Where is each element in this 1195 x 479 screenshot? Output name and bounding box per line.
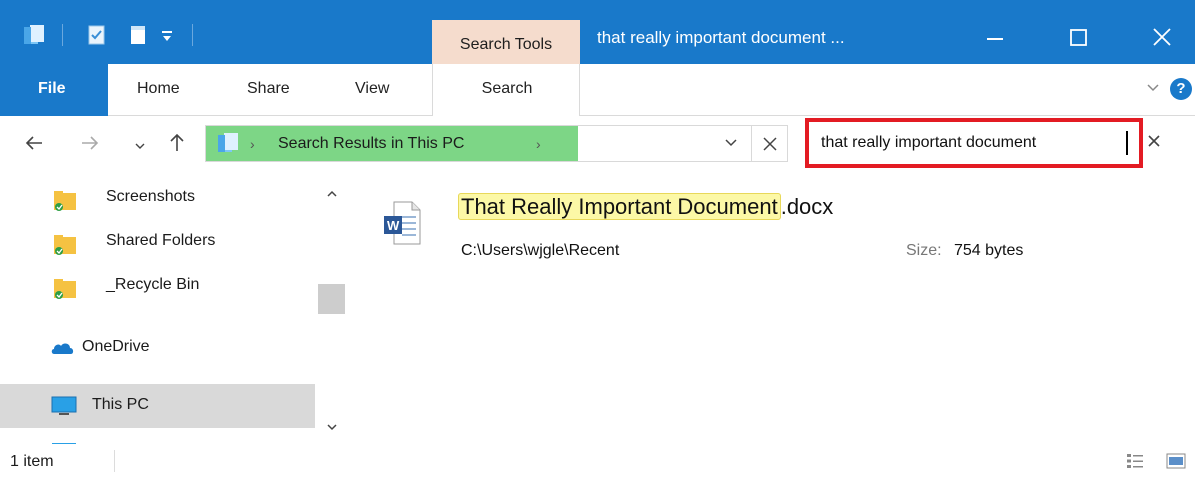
this-pc-icon: [50, 394, 78, 423]
back-arrow-icon[interactable]: [24, 134, 44, 157]
breadcrumb-separator-icon[interactable]: ›: [536, 136, 541, 152]
breadcrumb[interactable]: Search Results in This PC: [278, 135, 464, 153]
status-bar: 1 item: [0, 444, 1195, 479]
tab-home[interactable]: Home: [137, 80, 180, 98]
word-document-icon: W: [382, 200, 422, 251]
tab-file[interactable]: File: [0, 64, 108, 116]
sidebar-item-shared-folders[interactable]: Shared Folders: [0, 224, 315, 268]
search-query: that really important document: [821, 134, 1037, 151]
large-icons-view-icon[interactable]: [1164, 450, 1188, 477]
sidebar-item-recycle-bin[interactable]: _Recycle Bin: [0, 268, 315, 312]
scroll-down-chevron-icon[interactable]: [326, 419, 338, 437]
maximize-icon: [1070, 29, 1087, 46]
expand-ribbon-chevron-icon[interactable]: [1146, 80, 1160, 99]
qat-separator: [192, 24, 193, 46]
tab-search[interactable]: Search: [432, 64, 580, 116]
recent-locations-chevron-icon[interactable]: [134, 138, 146, 156]
search-match-highlight: That Really Important Document: [458, 193, 781, 220]
minimize-button[interactable]: [972, 16, 1016, 60]
title-bar: Search Tools that really important docum…: [0, 0, 1195, 64]
tab-share[interactable]: Share: [247, 80, 290, 98]
sidebar-item-label: Shared Folders: [106, 232, 216, 249]
search-input[interactable]: that really important document: [805, 118, 1143, 168]
up-arrow-icon[interactable]: [168, 132, 186, 157]
sidebar-item-screenshots[interactable]: Screenshots: [0, 180, 315, 224]
navigation-pane-scrollbar[interactable]: [318, 174, 345, 444]
search-tools-contextual-tab: Search Tools: [432, 20, 580, 64]
customize-qat-icon[interactable]: [160, 24, 174, 51]
scroll-up-chevron-icon[interactable]: [326, 186, 338, 204]
file-name[interactable]: That Really Important Document .docx: [458, 193, 834, 220]
close-button[interactable]: [1140, 16, 1184, 60]
shared-folder-icon: [52, 276, 78, 305]
file-extension: .docx: [780, 194, 834, 219]
search-tools-label: Search Tools: [459, 36, 553, 53]
qat-separator: [62, 24, 63, 46]
sidebar-item-this-pc[interactable]: This PC: [0, 384, 315, 428]
new-folder-icon[interactable]: [128, 24, 150, 51]
tab-view[interactable]: View: [355, 80, 389, 98]
forward-arrow-icon[interactable]: [80, 134, 100, 157]
scroll-thumb[interactable]: [318, 284, 345, 314]
address-bar[interactable]: › Search Results in This PC ›: [205, 125, 788, 162]
cancel-search-button[interactable]: [751, 126, 788, 161]
minimize-icon: [987, 38, 1003, 40]
tab-search-label: Search: [481, 80, 533, 97]
text-cursor: [1126, 131, 1128, 155]
help-icon[interactable]: ?: [1170, 78, 1192, 100]
onedrive-icon: [50, 339, 76, 362]
close-icon: [1153, 28, 1171, 46]
window-title: that really important document ...: [597, 28, 845, 47]
file-path: C:\Users\wjgle\Recent: [461, 242, 620, 259]
status-separator: [114, 450, 115, 472]
sidebar-item-label: OneDrive: [82, 338, 150, 355]
ribbon-tab-bar: File Home Share View Search ?: [0, 64, 1195, 116]
navigation-pane: Screenshots Shared Folders _Recycle Bin …: [0, 174, 345, 444]
properties-icon[interactable]: [86, 24, 108, 51]
file-size-value: 754 bytes: [954, 242, 1024, 259]
tab-file-label: File: [38, 80, 66, 97]
sidebar-item-label: Screenshots: [106, 188, 195, 205]
sidebar-item-onedrive[interactable]: OneDrive: [0, 326, 315, 370]
search-results-icon: [216, 132, 240, 159]
search-result-item[interactable]: W That Really Important Document .docx C:…: [382, 190, 1082, 280]
sidebar-item-label: This PC: [92, 396, 149, 413]
window-icon[interactable]: [22, 24, 46, 51]
navigation-bar: › Search Results in This PC › that reall…: [0, 116, 1195, 174]
breadcrumb-separator-icon[interactable]: ›: [250, 136, 255, 152]
clear-search-icon[interactable]: [1146, 133, 1162, 154]
sidebar-item-label: _Recycle Bin: [106, 276, 200, 293]
shared-folder-icon: [52, 232, 78, 261]
item-count: 1 item: [10, 453, 54, 470]
close-icon: [763, 137, 777, 151]
shared-folder-icon: [52, 188, 78, 217]
file-size-label: Size:: [906, 242, 942, 259]
address-history-chevron-icon[interactable]: [724, 135, 738, 154]
svg-text:W: W: [387, 218, 400, 233]
maximize-button[interactable]: [1056, 16, 1100, 60]
next-drive-icon: [50, 435, 78, 444]
details-view-icon[interactable]: [1124, 450, 1146, 477]
